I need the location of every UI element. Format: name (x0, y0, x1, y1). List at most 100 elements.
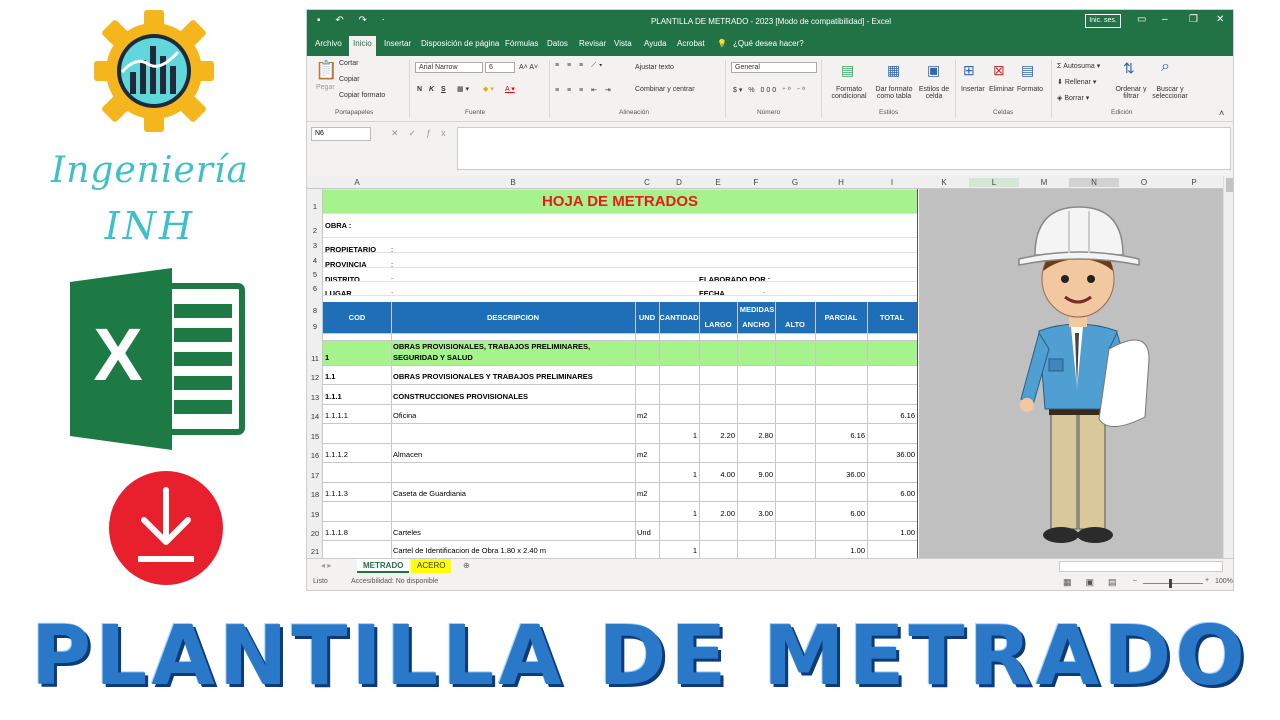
find-select-button[interactable]: Buscar y seleccionar (1147, 86, 1193, 100)
tab-insertar[interactable]: Insertar (384, 39, 411, 48)
cell-largo[interactable]: 2.00 (701, 509, 735, 518)
cell-ancho[interactable]: 3.00 (739, 509, 773, 518)
sort-filter-button[interactable]: Ordenar y filtrar (1113, 86, 1149, 100)
tell-me-search[interactable]: ¿Qué desea hacer? (733, 39, 804, 48)
col-a[interactable]: A (323, 178, 391, 187)
cell-desc-line2[interactable]: SEGURIDAD Y SALUD (393, 353, 473, 362)
col-f[interactable]: F (737, 178, 775, 187)
conditional-format-icon[interactable]: ▤ (841, 62, 854, 79)
row-number[interactable]: 11 (307, 354, 323, 363)
cell-total[interactable]: 1.00 (869, 528, 915, 537)
font-size-select[interactable]: 6 (485, 62, 515, 73)
collapse-ribbon-icon[interactable]: ˄ (1219, 108, 1224, 118)
vertical-align-icons[interactable]: ≡ ≡ ≡ ⟋▾ (555, 62, 605, 70)
cell-largo[interactable]: 4.00 (701, 470, 735, 479)
row-number[interactable]: 17 (307, 471, 323, 480)
autosum-button[interactable]: Σ Autosuma ▾ (1057, 62, 1100, 70)
format-cells-icon[interactable]: ▤ (1021, 62, 1034, 79)
tab-inicio[interactable]: Inicio (349, 36, 376, 56)
cell-cod[interactable]: 1.1.1.3 (325, 489, 389, 498)
font-name-select[interactable]: Arial Narrow (415, 62, 483, 73)
sheet-nav-arrows-icon[interactable]: ◂ ▸ (315, 559, 337, 573)
horizontal-align-icons[interactable]: ≡ ≡ ≡ ⇤ ⇥ (555, 86, 614, 94)
formula-buttons-icon[interactable]: ✕✓ƒx (391, 128, 456, 139)
cut-button[interactable]: Cortar (339, 60, 358, 67)
paste-button[interactable]: Pegar (316, 84, 335, 91)
row-number[interactable]: 8 (307, 306, 323, 315)
zoom-out-icon[interactable]: – (1133, 577, 1137, 584)
grow-font-icon[interactable]: A˄ A˅ (519, 64, 538, 71)
table-format-button[interactable]: Dar formato como tabla (871, 86, 917, 100)
cell-parcial[interactable]: 1.00 (817, 546, 865, 555)
borders-icon[interactable]: ▦ ▾ (457, 85, 469, 93)
insert-cells-button[interactable]: Insertar (961, 86, 985, 93)
tab-formulas[interactable]: Fórmulas (505, 39, 538, 48)
cell-total[interactable]: 36.00 (869, 450, 915, 459)
sign-in-button[interactable]: Inic. ses. (1085, 14, 1121, 28)
col-o[interactable]: O (1119, 178, 1169, 187)
cell-parcial[interactable]: 6.00 (817, 509, 865, 518)
insert-cells-icon[interactable]: ⊞ (963, 62, 975, 79)
row-number[interactable]: 18 (307, 490, 323, 499)
cell-styles-button[interactable]: Estilos de celda (917, 86, 951, 100)
vertical-scrollbar[interactable] (1223, 176, 1233, 558)
zoom-slider-thumb[interactable] (1169, 579, 1172, 588)
cell-cant[interactable]: 1 (661, 470, 697, 479)
row-number[interactable]: 5 (307, 270, 323, 279)
cell-largo[interactable]: 2.20 (701, 431, 735, 440)
cell-cod[interactable]: 1.1 (325, 372, 389, 381)
cell-cod[interactable]: 1 (325, 353, 389, 362)
cell-total[interactable]: 6.16 (869, 411, 915, 420)
accessibility-status[interactable]: Accesibilidad: No disponible (351, 578, 438, 585)
zoom-level[interactable]: 100% (1215, 578, 1233, 585)
wrap-text-button[interactable]: Ajustar texto (635, 64, 674, 71)
cell-desc[interactable]: OBRAS PROVISIONALES, TRABAJOS PRELIMINAR… (393, 342, 633, 351)
cell-desc[interactable]: Oficina (393, 411, 633, 420)
format-cells-button[interactable]: Formato (1017, 86, 1043, 93)
row-number[interactable]: 21 (307, 547, 323, 556)
row-number[interactable]: 3 (307, 241, 323, 250)
tab-archivo[interactable]: Archivo (315, 39, 342, 48)
col-b[interactable]: B (391, 178, 635, 187)
row-number[interactable]: 15 (307, 432, 323, 441)
cell-total[interactable]: 6.00 (869, 489, 915, 498)
delete-cells-button[interactable]: Eliminar (989, 86, 1014, 93)
col-d[interactable]: D (659, 178, 699, 187)
underline-button[interactable]: S (441, 86, 446, 93)
cell-styles-icon[interactable]: ▣ (927, 62, 940, 79)
cell-cant[interactable]: 1 (661, 509, 697, 518)
row-number[interactable]: 6 (307, 284, 323, 293)
row-number[interactable]: 4 (307, 256, 323, 265)
copy-button[interactable]: Copiar (339, 76, 360, 83)
fill-button[interactable]: ⬇ Rellenar ▾ (1057, 78, 1096, 86)
paste-icon[interactable]: 📋 (315, 60, 337, 81)
merge-center-button[interactable]: Combinar y centrar (635, 86, 695, 93)
row-number[interactable]: 13 (307, 393, 323, 402)
number-format-select[interactable]: General (731, 62, 817, 73)
close-icon[interactable]: ✕ (1216, 14, 1224, 25)
sheet-tab-acero[interactable]: ACERO (411, 559, 452, 573)
cell-cod[interactable]: 1.1.1 (325, 392, 389, 401)
col-e[interactable]: E (699, 178, 737, 187)
cell-desc[interactable]: CONSTRUCCIONES PROVISIONALES (393, 392, 633, 401)
cell-desc[interactable]: Caseta de Guardiania (393, 489, 633, 498)
tab-ayuda[interactable]: Ayuda (644, 39, 667, 48)
clear-button[interactable]: ◈ Borrar ▾ (1057, 94, 1089, 102)
row-number[interactable]: 1 (307, 202, 323, 211)
zoom-in-icon[interactable]: + (1205, 577, 1209, 584)
italic-button[interactable]: K (429, 86, 434, 93)
cell-parcial[interactable]: 36.00 (817, 470, 865, 479)
tab-disposicion[interactable]: Disposición de página (421, 39, 499, 48)
tab-revisar[interactable]: Revisar (579, 39, 606, 48)
search-icon[interactable]: ⌕ (1161, 58, 1170, 76)
col-l[interactable]: L (969, 178, 1019, 187)
fill-color-icon[interactable]: ◆ ▾ (483, 85, 494, 93)
cell-und[interactable]: m2 (637, 411, 657, 420)
font-color-icon[interactable]: A ▾ (505, 85, 515, 93)
cell-ancho[interactable]: 9.00 (739, 470, 773, 479)
row-number[interactable]: 19 (307, 510, 323, 519)
cell-parcial[interactable]: 6.16 (817, 431, 865, 440)
cell-cant[interactable]: 1 (661, 546, 697, 555)
cell-und[interactable]: m2 (637, 489, 657, 498)
conditional-format-button[interactable]: Formato condicional (827, 86, 871, 100)
